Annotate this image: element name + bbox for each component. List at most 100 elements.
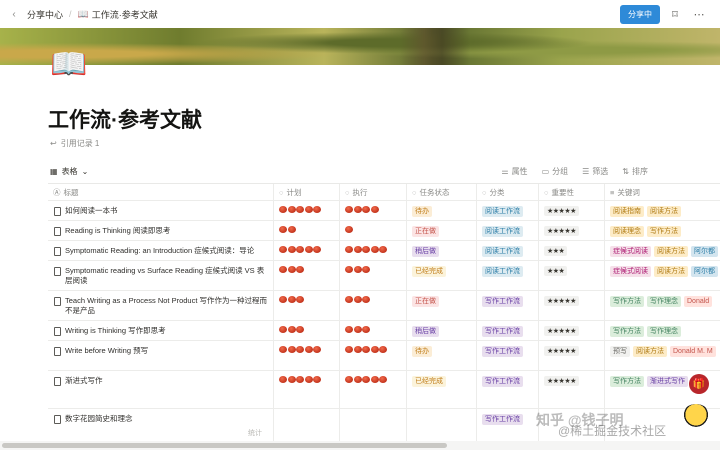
cell-title[interactable]: 渐进式写作 <box>48 371 274 408</box>
cell-keywords[interactable]: 症候式阅读 阅读方法 阿尔都 <box>605 261 720 290</box>
cell-importance[interactable]: ★★★★★ <box>539 341 605 370</box>
cell-plan[interactable] <box>274 261 340 290</box>
cell-status[interactable]: 稍后做 <box>407 321 477 340</box>
cell-category[interactable]: 写作工作流 <box>477 371 539 408</box>
cell-title[interactable]: Symptomatic reading vs Surface Reading 症… <box>48 261 274 290</box>
table-row[interactable]: Writing is Thinking 写作即思考 稍后做 写作工作流 ★★★★★ 写作… <box>48 321 720 341</box>
share-button[interactable]: 分享中 <box>620 5 660 24</box>
cell-plan[interactable] <box>274 291 340 320</box>
column-header-status[interactable]: ◌ 任务状态 <box>407 184 477 200</box>
horizontal-scrollbar[interactable] <box>0 441 720 450</box>
cell-plan[interactable] <box>274 241 340 260</box>
table-row[interactable]: Symptomatic reading vs Surface Reading 症… <box>48 261 720 291</box>
cell-status[interactable]: 已经完成 <box>407 261 477 290</box>
table-row[interactable]: Reading is Thinking 阅读即思考 正在做 阅读工作流 ★★★★★ 阅读… <box>48 221 720 241</box>
cell-importance[interactable]: ★★★★★ <box>539 371 605 408</box>
cell-status[interactable] <box>407 409 477 441</box>
cell-category[interactable]: 写作工作流 <box>477 291 539 320</box>
breadcrumb-parent[interactable]: 分享中心 <box>24 8 66 21</box>
table-row[interactable]: 渐进式写作 已经完成 写作工作流 ★★★★★ 写作方法 渐进式写作 <box>48 371 720 409</box>
cell-importance[interactable]: ★★★★★ <box>539 221 605 240</box>
cell-title[interactable]: Writing is Thinking 写作即思考 <box>48 321 274 340</box>
cell-exec[interactable] <box>340 409 407 441</box>
column-header-title[interactable]: Ⓐ 标题 <box>48 184 274 200</box>
cell-category[interactable]: 写作工作流 <box>477 341 539 370</box>
view-tab-table[interactable]: ▦ 表格 ⌄ <box>50 166 88 177</box>
tomato-icon <box>345 206 353 213</box>
cell-exec[interactable] <box>340 241 407 260</box>
category-tag: 写作工作流 <box>482 326 523 337</box>
cell-title[interactable]: 如何阅读一本书 <box>48 201 274 220</box>
cell-importance[interactable]: ★★★★★ <box>539 291 605 320</box>
cell-plan[interactable] <box>274 371 340 408</box>
cell-keywords[interactable]: 预写 阅读方法 Donald M. M <box>605 341 720 370</box>
cell-exec[interactable] <box>340 201 407 220</box>
cell-status[interactable]: 正在做 <box>407 291 477 320</box>
cell-status[interactable]: 已经完成 <box>407 371 477 408</box>
cell-keywords[interactable]: 阅读指南 阅读方法 <box>605 201 720 220</box>
gift-icon[interactable]: 🎁 <box>689 374 709 394</box>
bookmark-icon[interactable]: ⌑ <box>666 6 684 24</box>
tomato-icon <box>370 346 379 353</box>
cell-status[interactable]: 稍后做 <box>407 241 477 260</box>
properties-button[interactable]: ⚌ 属性 <box>501 166 527 177</box>
cell-importance[interactable]: ★★★★★ <box>539 201 605 220</box>
scrollbar-thumb[interactable] <box>2 443 447 448</box>
cell-importance[interactable]: ★★★ <box>539 261 605 290</box>
cover-image[interactable] <box>0 28 720 65</box>
cell-keywords[interactable]: 症候式阅读 阅读方法 阿尔都 <box>605 241 720 260</box>
cell-importance[interactable]: ★★★★★ <box>539 321 605 340</box>
column-header-label: 分类 <box>489 187 505 197</box>
cell-category[interactable]: 写作工作流 <box>477 321 539 340</box>
cell-title[interactable]: Teach Writing as a Process Not Product 写… <box>48 291 274 320</box>
cell-keywords[interactable]: 写作方法 写作理念 Donald <box>605 291 720 320</box>
column-header-keywords[interactable]: ≡ 关键词 <box>605 184 720 200</box>
cell-category[interactable]: 阅读工作流 <box>477 241 539 260</box>
calculate-footer[interactable]: 统计 <box>248 428 262 438</box>
cell-category[interactable]: 阅读工作流 <box>477 201 539 220</box>
group-button[interactable]: ▭ 分组 <box>542 166 569 177</box>
cell-plan[interactable] <box>274 341 340 370</box>
table-row[interactable]: Write before Writing 预写 待办 写作工作流 ★★★★★ 预写 阅读方… <box>48 341 720 371</box>
column-header-importance[interactable]: ◌ 重要性 <box>539 184 605 200</box>
table-row[interactable]: 如何阅读一本书 待办 阅读工作流 ★★★★★ 阅读指南 阅读方法 <box>48 201 720 221</box>
more-icon[interactable]: ⋯ <box>690 6 708 24</box>
cell-category[interactable]: 阅读工作流 <box>477 221 539 240</box>
column-header-exec[interactable]: ◌ 执行 <box>340 184 407 200</box>
cell-title[interactable]: Symptomatic Reading: an Introduction 症候式… <box>48 241 274 260</box>
cell-importance[interactable]: ★★★ <box>539 241 605 260</box>
cell-plan[interactable] <box>274 201 340 220</box>
cell-status[interactable]: 正在做 <box>407 221 477 240</box>
cell-exec[interactable] <box>340 371 407 408</box>
cell-category[interactable]: 阅读工作流 <box>477 261 539 290</box>
tomato-icon <box>345 376 353 383</box>
backlinks[interactable]: ↩ 引用记录 1 <box>50 138 99 149</box>
sort-button[interactable]: ⇅ 排序 <box>622 166 648 177</box>
cell-plan[interactable] <box>274 409 340 441</box>
page-title[interactable]: 工作流·参考文献 <box>48 104 202 134</box>
cell-title[interactable]: Reading is Thinking 阅读即思考 <box>48 221 274 240</box>
page-icon[interactable]: 📖 <box>50 48 87 82</box>
back-icon[interactable]: ‹ <box>4 0 24 28</box>
cell-exec[interactable] <box>340 321 407 340</box>
column-header-plan[interactable]: ◌ 计划 <box>274 184 340 200</box>
column-header-category[interactable]: ◌ 分类 <box>477 184 539 200</box>
cell-category[interactable]: 写作工作流 <box>477 409 539 441</box>
filter-button[interactable]: ☰ 筛选 <box>582 166 608 177</box>
cell-exec[interactable] <box>340 221 407 240</box>
cell-exec[interactable] <box>340 291 407 320</box>
cell-plan[interactable] <box>274 321 340 340</box>
cell-keywords[interactable]: 阅读理念 写作方法 <box>605 221 720 240</box>
cell-title[interactable]: 数字花园简史和理念 <box>48 409 274 441</box>
cell-title[interactable]: Write before Writing 预写 <box>48 341 274 370</box>
table-row[interactable]: Symptomatic Reading: an Introduction 症候式… <box>48 241 720 261</box>
cell-plan[interactable] <box>274 221 340 240</box>
cell-exec[interactable] <box>340 261 407 290</box>
tomato-icon <box>379 346 387 353</box>
cell-status[interactable]: 待办 <box>407 341 477 370</box>
cell-exec[interactable] <box>340 341 407 370</box>
table-row[interactable]: Teach Writing as a Process Not Product 写… <box>48 291 720 321</box>
cell-status[interactable]: 待办 <box>407 201 477 220</box>
cell-keywords[interactable]: 写作方法 写作理念 <box>605 321 720 340</box>
breadcrumb-current[interactable]: 📖 工作流·参考文献 <box>75 8 161 21</box>
